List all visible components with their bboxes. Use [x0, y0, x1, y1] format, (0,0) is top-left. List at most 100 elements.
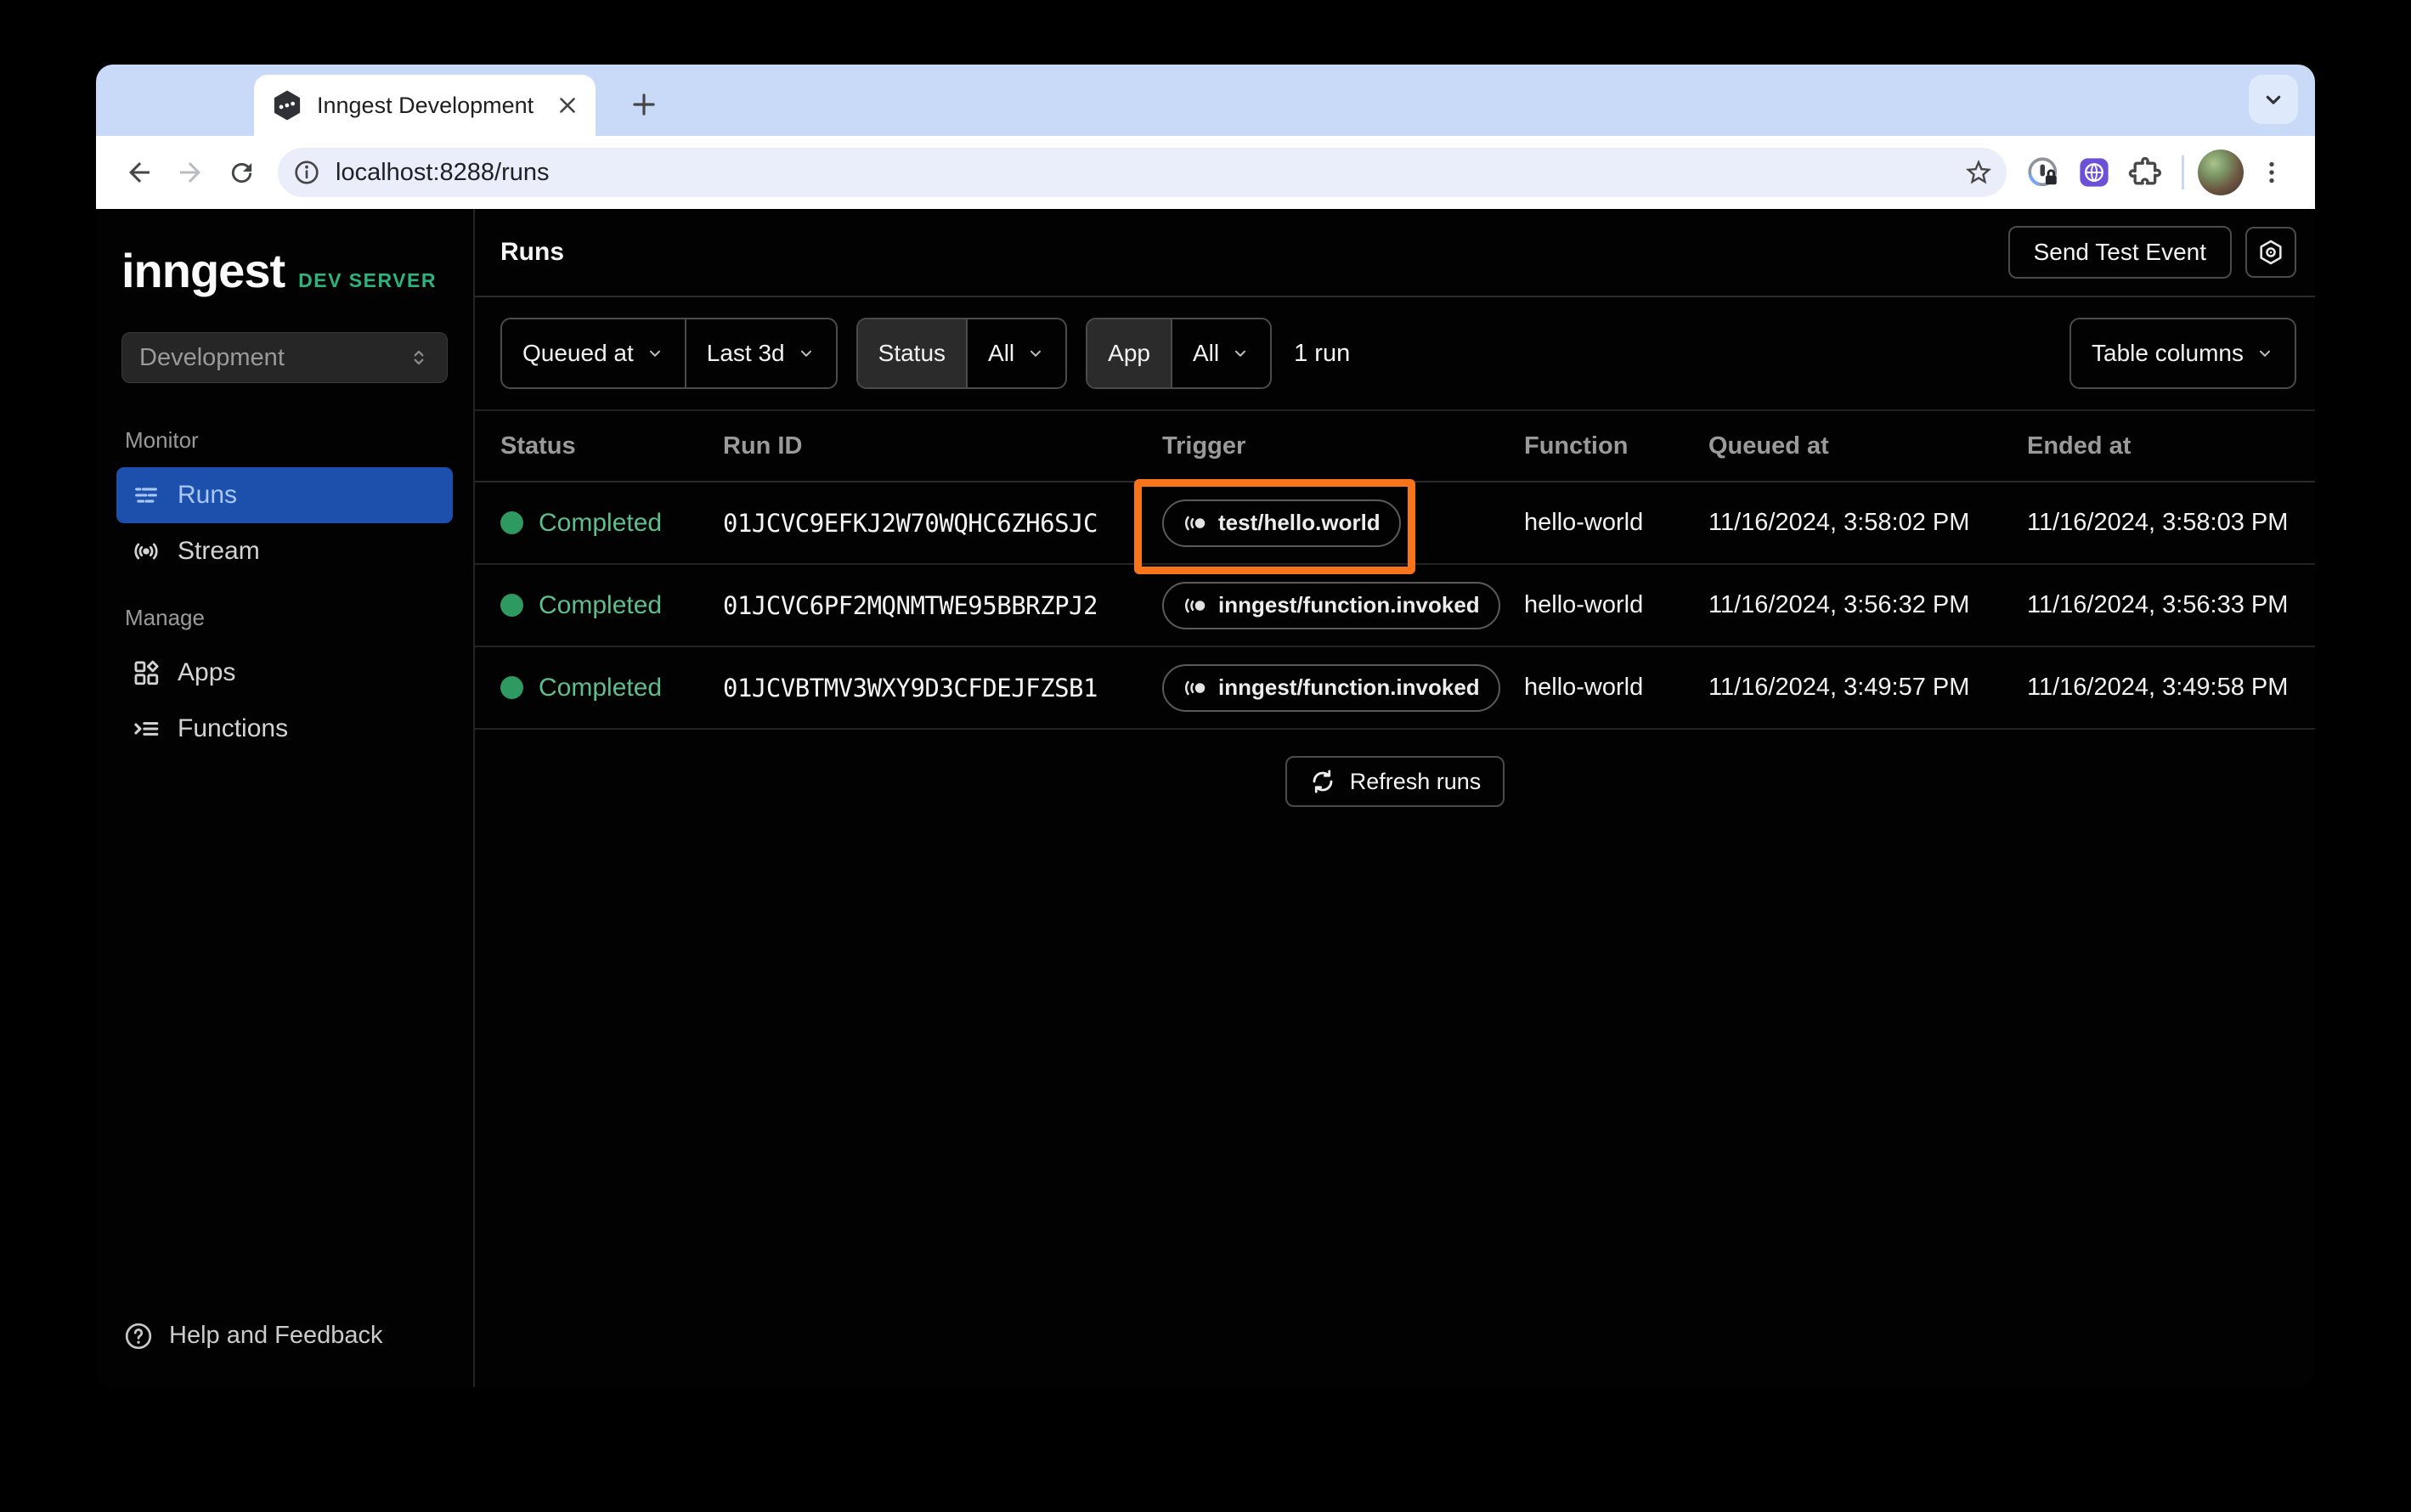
- function-name: hello-world: [1524, 509, 1644, 536]
- runs-table: Status Run ID Trigger Function Queued at…: [475, 411, 2315, 807]
- url-text[interactable]: localhost:8288/runs: [336, 159, 1957, 187]
- col-queued-at: Queued at: [1708, 432, 1829, 460]
- chevron-down-icon: [1026, 344, 1045, 363]
- refresh-runs-button[interactable]: Refresh runs: [1285, 756, 1505, 807]
- time-range-dropdown[interactable]: Last 3d: [684, 319, 836, 387]
- page-title: Runs: [500, 238, 564, 266]
- inngest-favicon-icon: [271, 89, 303, 121]
- col-function: Function: [1524, 432, 1629, 460]
- trigger-badge[interactable]: inngest/function.invoked: [1162, 581, 1500, 629]
- ended-at: 11/16/2024, 3:58:03 PM: [2027, 509, 2289, 536]
- environment-select[interactable]: Development: [121, 332, 448, 383]
- apps-grid-icon: [132, 658, 161, 687]
- time-filter-group: Queued at Last 3d: [500, 318, 838, 389]
- time-field-dropdown[interactable]: Queued at: [502, 319, 685, 387]
- onepassword-extension-icon[interactable]: [2020, 150, 2066, 195]
- settings-button[interactable]: [2245, 227, 2296, 278]
- status-filter-value: All: [988, 340, 1015, 366]
- table-header-row: Status Run ID Trigger Function Queued at…: [475, 411, 2315, 482]
- table-row[interactable]: Completed 01JCVC9EFKJ2W70WQHC6ZH6SJC tes…: [475, 479, 2315, 574]
- sidebar-item-functions[interactable]: Functions: [116, 701, 453, 757]
- sidebar-item-label: Apps: [178, 658, 236, 686]
- reload-icon[interactable]: [218, 150, 264, 195]
- trigger-name: inngest/function.invoked: [1218, 592, 1480, 618]
- refresh-arrows-icon: [1309, 768, 1336, 795]
- table-row[interactable]: Completed 01JCVBTMV3WXY9D3CFDEJFZSB1 inn…: [475, 647, 2315, 730]
- sidebar-nav: Monitor Runs Stream Manage Apps Function…: [96, 383, 473, 757]
- run-count: 1 run: [1294, 339, 1351, 367]
- app-filter-group: App All: [1086, 318, 1273, 389]
- col-trigger: Trigger: [1162, 432, 1246, 460]
- function-name: hello-world: [1524, 591, 1644, 618]
- queued-at: 11/16/2024, 3:49:57 PM: [1708, 674, 1970, 701]
- chevron-down-icon: [1231, 344, 1250, 363]
- stream-broadcast-icon: [132, 537, 161, 566]
- status-filter-label: Status: [857, 319, 967, 387]
- tab-strip: Inngest Development Server: [96, 65, 2315, 136]
- app-filter-value: All: [1192, 340, 1220, 366]
- logo-wordmark: inngest: [121, 244, 285, 297]
- browser-toolbar: localhost:8288/runs: [96, 136, 2315, 209]
- logo: inngest DEV SERVER: [96, 209, 473, 298]
- status-completed-dot: [500, 676, 523, 699]
- table-columns-button[interactable]: Table columns: [2069, 318, 2296, 389]
- table-row[interactable]: Completed 01JCVC6PF2MQNMTWE95BBRZPJ2 inn…: [475, 565, 2315, 647]
- tab-search-chevron-button[interactable]: [2249, 75, 2298, 124]
- section-label-monitor: Monitor: [125, 427, 199, 453]
- app-filter-dropdown[interactable]: All: [1170, 319, 1270, 387]
- purple-extension-icon[interactable]: [2071, 150, 2117, 195]
- trigger-badge[interactable]: test/hello.world: [1162, 499, 1401, 547]
- time-field-label: Queued at: [522, 340, 634, 366]
- browser-tab[interactable]: Inngest Development Server: [254, 75, 596, 136]
- table-columns-label: Table columns: [2092, 340, 2244, 366]
- col-status: Status: [500, 432, 576, 460]
- help-question-icon: [123, 1321, 152, 1350]
- col-ended-at: Ended at: [2027, 432, 2132, 460]
- sidebar-item-runs[interactable]: Runs: [116, 467, 453, 523]
- ended-at: 11/16/2024, 3:56:33 PM: [2027, 591, 2289, 618]
- sidebar-item-stream[interactable]: Stream: [116, 523, 453, 579]
- trigger-name: test/hello.world: [1218, 510, 1381, 535]
- run-id: 01JCVC9EFKJ2W70WQHC6ZH6SJC: [723, 508, 1098, 538]
- chevron-down-icon: [2256, 344, 2274, 363]
- filter-bar: Queued at Last 3d Status All App All 1 r…: [475, 297, 2315, 411]
- site-info-icon[interactable]: [286, 152, 327, 193]
- new-tab-button[interactable]: [619, 80, 669, 129]
- sidebar-item-label: Functions: [178, 714, 289, 742]
- profile-avatar[interactable]: [2198, 150, 2244, 195]
- back-icon[interactable]: [116, 150, 162, 195]
- url-bar[interactable]: localhost:8288/runs: [278, 148, 2007, 197]
- queued-at: 11/16/2024, 3:58:02 PM: [1708, 509, 1970, 536]
- status-cell: Completed: [500, 674, 723, 702]
- trigger-cell: test/hello.world: [1134, 479, 1524, 574]
- sidebar-item-label: Runs: [178, 481, 238, 509]
- extensions-puzzle-icon[interactable]: [2122, 150, 2168, 195]
- help-and-feedback[interactable]: Help and Feedback: [96, 1321, 473, 1387]
- status-completed-dot: [500, 511, 523, 534]
- content-header: Runs Send Test Event: [475, 209, 2315, 297]
- trigger-cell: inngest/function.invoked: [1162, 565, 1524, 646]
- forward-icon[interactable]: [167, 150, 213, 195]
- environment-value: Development: [139, 343, 285, 371]
- status-cell: Completed: [500, 509, 723, 538]
- status-label: Completed: [539, 508, 663, 537]
- event-pulse-icon: [1183, 511, 1208, 536]
- refresh-runs-label: Refresh runs: [1349, 768, 1482, 794]
- bookmark-star-icon[interactable]: [1957, 151, 2000, 194]
- trigger-name: inngest/function.invoked: [1218, 674, 1480, 700]
- tab-close-icon[interactable]: [555, 93, 580, 118]
- send-test-event-button[interactable]: Send Test Event: [2007, 226, 2232, 279]
- status-label: Completed: [539, 673, 663, 702]
- event-pulse-icon: [1183, 675, 1208, 701]
- settings-hexagon-icon: [2256, 238, 2285, 267]
- runs-list-icon: [132, 481, 161, 510]
- browser-menu-kebab-icon[interactable]: [2249, 150, 2295, 195]
- browser-window: Inngest Development Server localhost:828…: [96, 65, 2315, 1387]
- sidebar: inngest DEV SERVER Development Monitor R…: [96, 209, 475, 1387]
- status-filter-dropdown[interactable]: All: [966, 319, 1065, 387]
- run-id: 01JCVBTMV3WXY9D3CFDEJFZSB1: [723, 673, 1098, 702]
- trigger-badge[interactable]: inngest/function.invoked: [1162, 663, 1500, 712]
- tab-title: Inngest Development Server: [317, 92, 541, 118]
- sidebar-item-apps[interactable]: Apps: [116, 645, 453, 701]
- status-filter-group: Status All: [855, 318, 1068, 389]
